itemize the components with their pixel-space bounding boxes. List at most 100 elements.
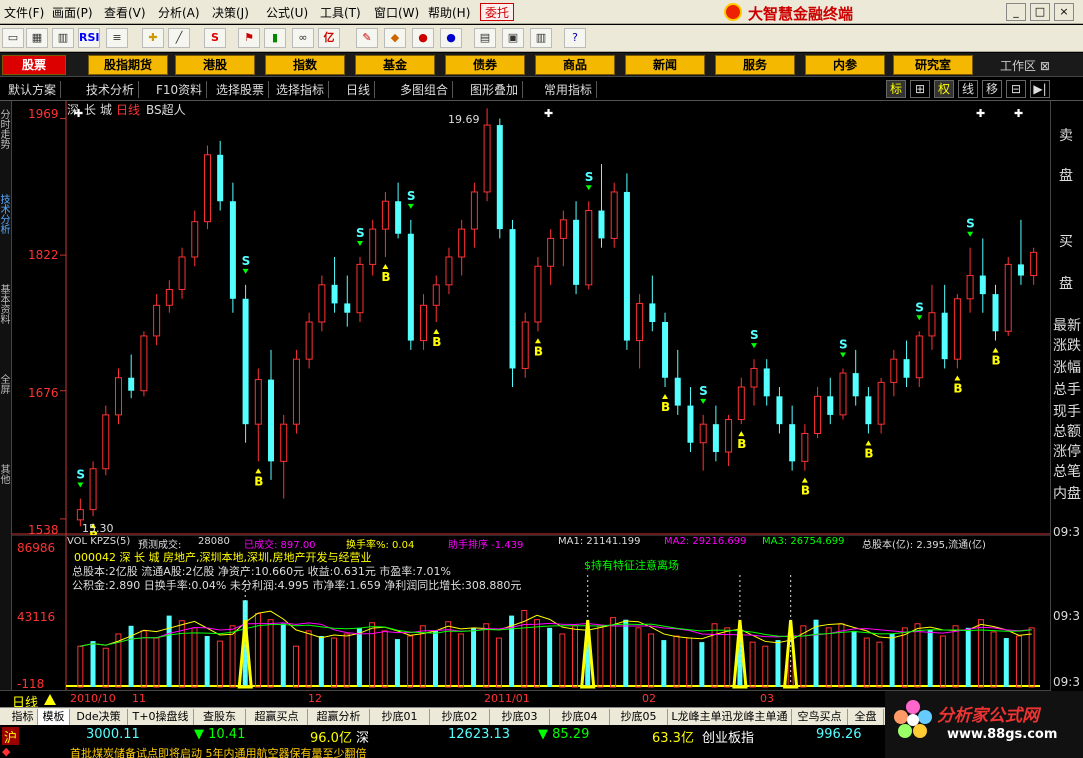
- btab-indicator[interactable]: 指标: [8, 709, 38, 725]
- cat-hk[interactable]: 港股: [175, 55, 255, 75]
- btab-bottom03[interactable]: 抄底03: [490, 709, 550, 725]
- btab-analysis[interactable]: 超赢分析: [308, 709, 370, 725]
- volume-bar-up: [863, 637, 870, 688]
- buy-arrow-icon: [255, 468, 262, 474]
- btab-bottom04[interactable]: 抄底04: [550, 709, 610, 725]
- news-text[interactable]: 首批煤炭储备试点即将启动 5年内通用航空器保有量至少翻倍: [70, 745, 367, 758]
- btab-all[interactable]: 全盘: [848, 709, 884, 725]
- price-chart[interactable]: SSSSSSSSSSSBBBBBBBBBBB✚✚✚✚ 深 长 城 日线 BS超人…: [12, 101, 1050, 537]
- tab-select-indicator[interactable]: 选择指标: [272, 81, 330, 98]
- tab-daily[interactable]: 日线: [342, 81, 376, 98]
- book-icon[interactable]: ▥: [530, 28, 552, 48]
- pin-icon[interactable]: ✎: [356, 28, 378, 48]
- menu-decision[interactable]: 决策(J): [212, 4, 249, 21]
- vol-y-min: -118: [17, 677, 45, 691]
- sidebar-item-technical[interactable]: 技术分析: [0, 196, 11, 246]
- btab-template[interactable]: 模板: [38, 709, 70, 725]
- menu-window[interactable]: 窗口(W): [374, 4, 419, 21]
- binoculars-icon[interactable]: ∞: [292, 28, 314, 48]
- btab-buy-point[interactable]: 超赢买点: [246, 709, 308, 725]
- sidebar-item-fullscreen[interactable]: 全屏: [0, 376, 11, 406]
- menu-formula[interactable]: 公式(U): [266, 4, 308, 21]
- diamond-icon[interactable]: ◆: [384, 28, 406, 48]
- cat-news[interactable]: 新闻: [625, 55, 705, 75]
- tv-icon[interactable]: ▤: [474, 28, 496, 48]
- work-area-button[interactable]: 工作区 ⊠: [1000, 57, 1050, 74]
- candle-body-down: [598, 210, 605, 239]
- time-3: 09:3: [1053, 675, 1080, 689]
- volume-panel[interactable]: VOL KPZS(5) 预测成交: 28080 已成交: 897.00 换手率%…: [12, 535, 1050, 691]
- candle-body-up: [254, 379, 262, 425]
- tab-f10[interactable]: F10资料: [152, 81, 208, 98]
- sphere-icon[interactable]: ●: [412, 28, 434, 48]
- kline-icon[interactable]: ▥: [52, 28, 74, 48]
- flag-icon[interactable]: ⚑: [238, 28, 260, 48]
- s-icon[interactable]: S: [204, 28, 226, 48]
- close-icon[interactable]: ×: [1054, 3, 1074, 21]
- volume-bar-up: [216, 640, 223, 688]
- btab-bottom05[interactable]: 抄底05: [610, 709, 668, 725]
- menu-tools[interactable]: 工具(T): [320, 4, 361, 21]
- btab-empty-bird[interactable]: 空鸟买点: [792, 709, 848, 725]
- chart-icon[interactable]: ▦: [26, 28, 48, 48]
- grid-button[interactable]: ⊞: [910, 80, 930, 98]
- btab-t0[interactable]: T+0操盘线: [128, 709, 194, 725]
- end-button[interactable]: ▶|: [1030, 80, 1050, 98]
- maximize-icon[interactable]: □: [1030, 3, 1050, 21]
- cat-index[interactable]: 指数: [265, 55, 345, 75]
- yi-icon[interactable]: 亿: [318, 28, 340, 48]
- menu-look[interactable]: 查看(V): [104, 4, 146, 21]
- help-icon[interactable]: ?: [564, 28, 586, 48]
- candle-body-down: [776, 396, 783, 425]
- tab-default-scheme[interactable]: 默认方案: [4, 81, 62, 98]
- open-icon[interactable]: ▭: [2, 28, 24, 48]
- window-icon[interactable]: ▣: [502, 28, 524, 48]
- news-ticker[interactable]: ◆ 首批煤炭储备试点即将启动 5年内通用航空器保有量至少翻倍: [0, 745, 885, 758]
- candle-body-up: [114, 377, 122, 416]
- cat-service[interactable]: 服务: [715, 55, 795, 75]
- cat-fund[interactable]: 基金: [355, 55, 435, 75]
- layout-button[interactable]: ⊟: [1006, 80, 1026, 98]
- cat-insider[interactable]: 内参: [805, 55, 885, 75]
- cat-stocks[interactable]: 股票: [2, 55, 66, 75]
- period-triangle-icon[interactable]: [44, 694, 56, 705]
- btab-longfeng[interactable]: L龙峰主单迅龙峰主单通: [668, 709, 792, 725]
- menu-file[interactable]: 文件(F): [4, 4, 44, 21]
- tab-overlay[interactable]: 图形叠加: [466, 81, 524, 98]
- cat-research[interactable]: 研究室: [893, 55, 973, 75]
- crosshair-icon[interactable]: ✚: [142, 28, 164, 48]
- minimize-icon[interactable]: _: [1006, 3, 1026, 21]
- cat-commodity[interactable]: 商品: [535, 55, 615, 75]
- vol-capital: 总股本(亿): 2.395,流通(亿): [862, 540, 986, 551]
- btab-bottom02[interactable]: 抄底02: [430, 709, 490, 725]
- list-icon[interactable]: ≡: [106, 28, 128, 48]
- ruler-icon[interactable]: ╱: [168, 28, 190, 48]
- category-bar: 股票 股指期货 港股 指数 基金 债券 商品 新闻 服务 内参 研究室 工作区 …: [0, 53, 1083, 77]
- tab-multi-chart[interactable]: 多图组合: [396, 81, 454, 98]
- tab-select-stock[interactable]: 选择股票: [212, 81, 270, 98]
- vol-ma1-line: [80, 610, 1032, 647]
- line-button[interactable]: 线: [958, 80, 978, 98]
- rsi-icon[interactable]: RSI: [78, 28, 100, 48]
- rights-button[interactable]: 权: [934, 80, 954, 98]
- sidebar-item-intraday[interactable]: 分时走势: [0, 111, 11, 161]
- menu-help[interactable]: 帮助(H): [428, 4, 470, 21]
- sidebar-item-other[interactable]: 其他: [0, 466, 11, 496]
- high-price-label: 19.69: [448, 113, 480, 126]
- move-button[interactable]: 移: [982, 80, 1002, 98]
- sphere2-icon[interactable]: ●: [440, 28, 462, 48]
- tab-technical[interactable]: 技术分析: [82, 81, 140, 98]
- cat-futures[interactable]: 股指期货: [88, 55, 168, 75]
- btab-dde[interactable]: Dde决策: [70, 709, 128, 725]
- candle-body-down: [687, 405, 694, 443]
- menu-analysis[interactable]: 分析(A): [158, 4, 200, 21]
- tab-common-indicators[interactable]: 常用指标: [540, 81, 598, 98]
- entrust-button[interactable]: 委托: [480, 3, 515, 21]
- cat-bond[interactable]: 债券: [445, 55, 525, 75]
- mark-button[interactable]: 标: [886, 80, 906, 98]
- btab-bottom01[interactable]: 抄底01: [370, 709, 430, 725]
- menu-view[interactable]: 画面(P): [52, 4, 93, 21]
- sidebar-item-fundamental[interactable]: 基本资料: [0, 286, 11, 336]
- bars-icon[interactable]: ▮: [264, 28, 286, 48]
- btab-shareholders[interactable]: 查股东: [194, 709, 246, 725]
